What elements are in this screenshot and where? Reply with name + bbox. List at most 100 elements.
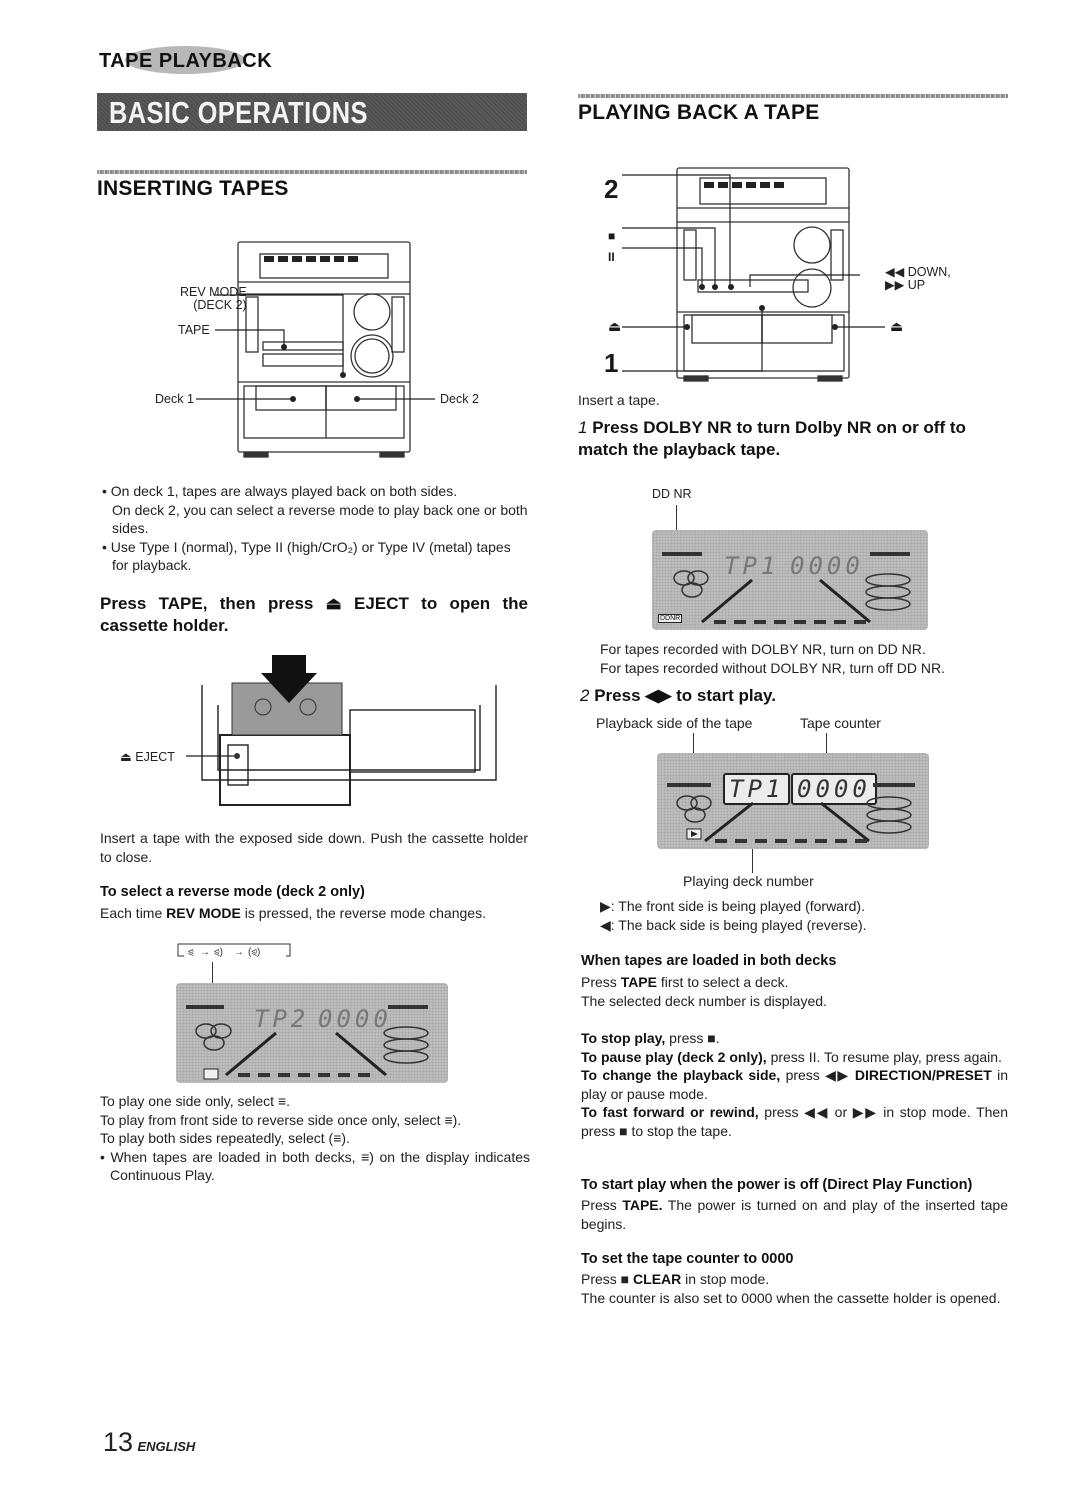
section-title-playing-back: PLAYING BACK A TAPE	[578, 101, 820, 124]
page-footer: 13 ENGLISH	[103, 1427, 195, 1458]
note-both-sides: To play both sides repeatedly, select (≡…	[100, 1130, 350, 1146]
text-fragment: Press	[581, 974, 621, 990]
text-fragment: first to select a deck.	[657, 974, 789, 990]
instruction-eject: Press TAPE, then press ⏏ EJECT to open t…	[100, 594, 528, 635]
clear-button-name: CLEAR	[633, 1271, 682, 1287]
section-divider	[97, 170, 527, 174]
step2-number: 2	[580, 686, 590, 705]
section-divider	[578, 94, 1008, 98]
reverse-mode-sequence: ⪨ → ⪨) → (⪨)	[176, 942, 296, 962]
op-fast-forward: To fast forward or rewind, press ◀◀ or ▶…	[581, 1103, 1008, 1140]
reverse-mode-text: Each time REV MODE is pressed, the rever…	[100, 904, 486, 923]
up-label: ▶▶ UP	[885, 278, 926, 292]
seq-arrow-icon: →	[200, 947, 210, 958]
stereo-diagram-inserting: REV MODE (DECK 2) TAPE Deck 1 Deck 2	[155, 232, 500, 462]
lcd-display-playing: TP1 0000	[657, 753, 929, 849]
forward-icon: ▶:	[600, 898, 615, 914]
legend-reverse: ◀: The back side is being played (revers…	[600, 916, 867, 935]
note-dolby-on: For tapes recorded with DOLBY NR, turn o…	[600, 641, 926, 657]
rev-mode-label-line1: REV MODE	[180, 285, 247, 299]
direct-play-heading: To start play when the power is off (Dir…	[581, 1177, 973, 1193]
reverse-icon: ◀:	[600, 916, 615, 933]
tape-label: TAPE	[178, 323, 210, 337]
note-deck1: On deck 1, tapes are always played back …	[111, 482, 530, 501]
counter-reset-heading: To set the tape counter to 0000	[581, 1251, 794, 1267]
cassette-holder-illustration	[186, 655, 497, 806]
insert-note: Insert a tape with the exposed side down…	[100, 830, 528, 865]
text-fragment: Press	[581, 1197, 623, 1213]
op-pause: To pause play (deck 2 only), press II. T…	[581, 1048, 1008, 1067]
reverse-mode-seq-1: ⪨	[188, 947, 194, 958]
op-stop: To stop play, press ■.	[581, 1029, 1008, 1048]
op-pause-text: press II. To resume play, press again.	[766, 1048, 1002, 1065]
deck2-label: Deck 2	[440, 392, 479, 406]
rev-mode-label: REV MODE (DECK 2)	[180, 286, 247, 312]
op-change-side-label: To change the playback side,	[581, 1067, 781, 1083]
legend-reverse-text: The back side is being played (reverse).	[618, 916, 867, 933]
note-continuous-play: When tapes are loaded in both decks, ≡) …	[100, 1148, 530, 1185]
text-fragment: in stop mode.	[681, 1271, 770, 1287]
cassette-holder-diagram: ⏏ EJECT	[120, 645, 530, 815]
step1-number: 1	[578, 418, 588, 437]
step2-instruction: 2 Press ◀▶ to start play.	[580, 685, 776, 707]
op-pause-label: To pause play (deck 2 only),	[581, 1048, 767, 1065]
both-decks-line2: The selected deck number is displayed.	[581, 992, 827, 1009]
reverse-mode-text-pre: Each time	[100, 905, 167, 921]
label-tape-counter: Tape counter	[800, 715, 881, 731]
both-decks-heading: When tapes are loaded in both decks	[581, 953, 837, 969]
page-number: 13	[103, 1427, 134, 1457]
dolby-nr-label: DD NR	[652, 487, 692, 501]
eject-icon: ⏏	[890, 318, 904, 334]
tape-button-name: TAPE	[620, 974, 657, 990]
step2-text: Press ◀▶ to start play.	[594, 686, 776, 705]
legend-forward: ▶: The front side is being played (forwa…	[600, 897, 867, 916]
reverse-mode-seq-2: ⪨)	[214, 947, 223, 958]
reverse-mode-heading: To select a reverse mode (deck 2 only)	[100, 884, 365, 900]
rev-mode-button-name: REV MODE	[166, 905, 241, 921]
note-tape-types: Use Type I (normal), Type II (high/CrO₂)…	[111, 538, 530, 575]
section-tag: TAPE PLAYBACK	[95, 44, 275, 80]
step2-callout: 2	[604, 174, 619, 204]
op-ff-label: To fast forward or rewind,	[581, 1104, 759, 1120]
lcd-display-dolby: TP1 0000 DDNR	[652, 530, 928, 630]
both-decks-line1: Press TAPE first to select a deck.	[581, 973, 827, 992]
play-mode-notes: To play one side only, select ≡. To play…	[100, 1092, 530, 1185]
dolby-notes: For tapes recorded with DOLBY NR, turn o…	[600, 640, 945, 677]
lcd-display-reverse-mode: TP2 0000	[176, 983, 448, 1083]
insert-tape-text: Insert a tape.	[578, 392, 660, 408]
eject-icon: ⏏	[608, 318, 622, 334]
op-change-side: To change the playback side, press ◀▶ DI…	[581, 1066, 1008, 1103]
stereo-diagram-playback: 2 ■ II ◀◀ DOWN, ▶▶ UP ⏏ ⏏ 1	[600, 160, 960, 385]
counter-reset-line1: Press ■ CLEAR in stop mode.	[581, 1270, 1008, 1289]
section-tag-label: TAPE PLAYBACK	[99, 50, 273, 72]
rev-mode-label-line2: (DECK 2)	[193, 298, 247, 312]
reverse-mode-seq-3: (⪨)	[248, 947, 261, 958]
counter-reset-line2: The counter is also set to 0000 when the…	[581, 1289, 1001, 1306]
pause-icon: II	[608, 250, 615, 264]
playback-side-legend: ▶: The front side is being played (forwa…	[600, 897, 867, 934]
lcd-segments	[662, 552, 911, 624]
inserting-notes: On deck 1, tapes are always played back …	[111, 482, 530, 575]
banner-title: BASIC OPERATIONS	[109, 95, 368, 130]
reverse-mode-text-post: is pressed, the reverse mode changes.	[240, 905, 486, 921]
both-decks-text: Press TAPE first to select a deck. The s…	[581, 973, 827, 1010]
step1-callout: 1	[604, 348, 619, 378]
label-playing-deck: Playing deck number	[683, 873, 814, 889]
legend-forward-text: The front side is being played (forward)…	[618, 898, 865, 914]
tape-button-name: TAPE.	[622, 1197, 663, 1213]
note-front-to-reverse: To play from front side to reverse side …	[100, 1111, 462, 1128]
lcd-segments	[186, 1005, 429, 1080]
direction-preset-button-name: DIRECTION/PRESET	[854, 1067, 992, 1083]
operations-list: To stop play, press ■. To pause play (de…	[581, 1029, 1008, 1140]
eject-label: ⏏ EJECT	[120, 750, 175, 764]
stereo-unit-illustration	[196, 241, 435, 458]
op-stop-label: To stop play,	[581, 1030, 666, 1046]
label-playback-side: Playback side of the tape	[596, 715, 753, 731]
direct-play-text: Press TAPE. The power is turned on and p…	[581, 1196, 1008, 1233]
note-deck2: On deck 2, you can select a reverse mode…	[112, 501, 528, 537]
counter-reset-text: Press ■ CLEAR in stop mode. The counter …	[581, 1270, 1008, 1307]
text-fragment: Press ■	[581, 1271, 634, 1287]
section-title-inserting-tapes: INSERTING TAPES	[97, 177, 289, 200]
step1-text: Press DOLBY NR to turn Dolby NR on or of…	[578, 418, 966, 459]
deck1-label: Deck 1	[155, 392, 194, 406]
